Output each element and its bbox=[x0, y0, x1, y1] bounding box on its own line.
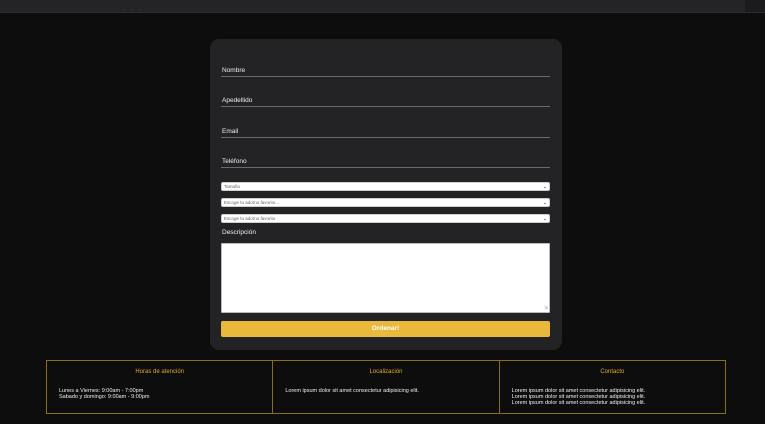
ornament-select-1[interactable]: Escoge tu adorno favorito... ⌄ bbox=[221, 198, 550, 207]
footer-location: Localización Lorem ipsum dolor sit amet … bbox=[273, 361, 500, 413]
footer-contact-body: Lorem ipsum dolor sit amet consectetur a… bbox=[512, 388, 646, 406]
lastname-underline bbox=[221, 106, 550, 107]
footer-contact-line: Lorem ipsum dolor sit amet consectetur a… bbox=[511, 400, 646, 406]
footer-hours-title: Horas de atención bbox=[135, 369, 185, 375]
footer-hours-line: Sabado y domingo: 9:00am - 9:00pm bbox=[59, 394, 150, 400]
browser-top-bar: . . . bbox=[0, 0, 765, 13]
ornament-select-2[interactable]: Escoge tu adorno favorito ⌄ bbox=[221, 214, 550, 223]
lastname-field[interactable]: Apedellido bbox=[221, 77, 550, 107]
top-bar-corner bbox=[745, 0, 765, 12]
email-label: Email bbox=[222, 128, 239, 135]
footer-contact-title: Contacto bbox=[600, 369, 625, 375]
phone-field[interactable]: Teléfono bbox=[221, 138, 550, 168]
chevron-down-icon: ⌄ bbox=[542, 184, 547, 190]
chevron-down-icon: ⌄ bbox=[542, 216, 547, 222]
resize-grip-icon[interactable]: ⇲ bbox=[544, 306, 548, 311]
email-field[interactable]: Email bbox=[221, 108, 550, 138]
footer-location-line: Lorem ipsum dolor sit amet consectetur a… bbox=[285, 388, 419, 394]
size-select-value: Tamaño bbox=[224, 184, 241, 189]
description-label: Descripción bbox=[222, 229, 256, 236]
phone-label: Teléfono bbox=[222, 158, 247, 165]
top-bar-dots: . . . bbox=[124, 6, 143, 12]
footer-location-body: Lorem ipsum dolor sit amet consectetur a… bbox=[285, 388, 419, 394]
ornament-select-2-value: Escoge tu adorno favorito bbox=[224, 216, 276, 221]
footer-hours: Horas de atención Lunes a Viernes: 9:00a… bbox=[47, 361, 274, 413]
footer: Horas de atención Lunes a Viernes: 9:00a… bbox=[46, 360, 726, 414]
phone-underline bbox=[221, 167, 550, 168]
description-textarea[interactable]: ⇲ bbox=[221, 243, 550, 313]
name-field[interactable]: Nombre bbox=[221, 47, 550, 77]
chevron-down-icon: ⌄ bbox=[542, 200, 547, 206]
name-label: Nombre bbox=[222, 67, 246, 74]
footer-location-title: Localización bbox=[369, 369, 403, 375]
size-select[interactable]: Tamaño ⌄ bbox=[221, 182, 550, 191]
lastname-label: Apedellido bbox=[222, 97, 253, 104]
footer-hours-body: Lunes a Viernes: 9:00am - 7:00pm Sabado … bbox=[59, 388, 150, 400]
order-button[interactable]: Ordenar! bbox=[221, 321, 550, 337]
ornament-select-1-value: Escoge tu adorno favorito... bbox=[224, 200, 280, 205]
order-form: Nombre Apedellido Email Teléfono Tamaño … bbox=[210, 39, 562, 350]
footer-contact: Contacto Lorem ipsum dolor sit amet cons… bbox=[500, 361, 725, 413]
